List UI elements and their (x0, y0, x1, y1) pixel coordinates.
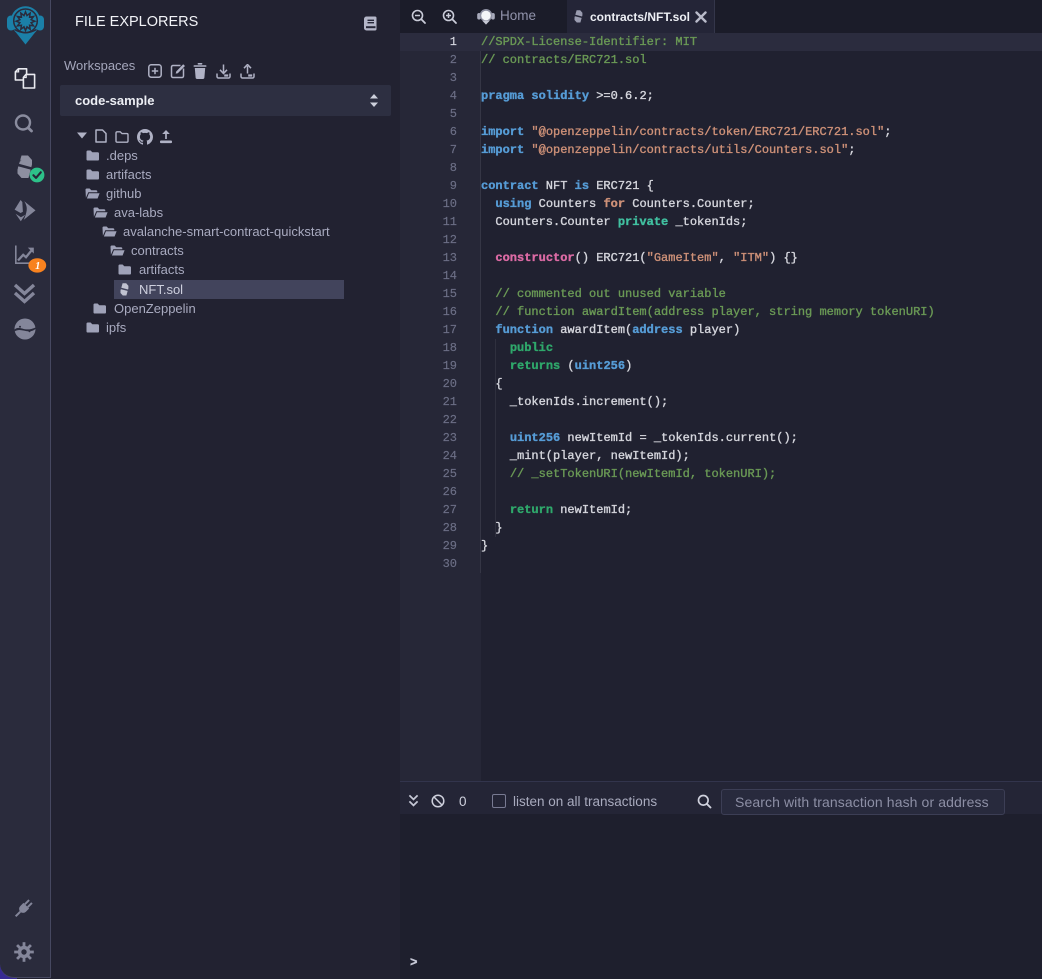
svg-text:1: 1 (35, 261, 40, 272)
